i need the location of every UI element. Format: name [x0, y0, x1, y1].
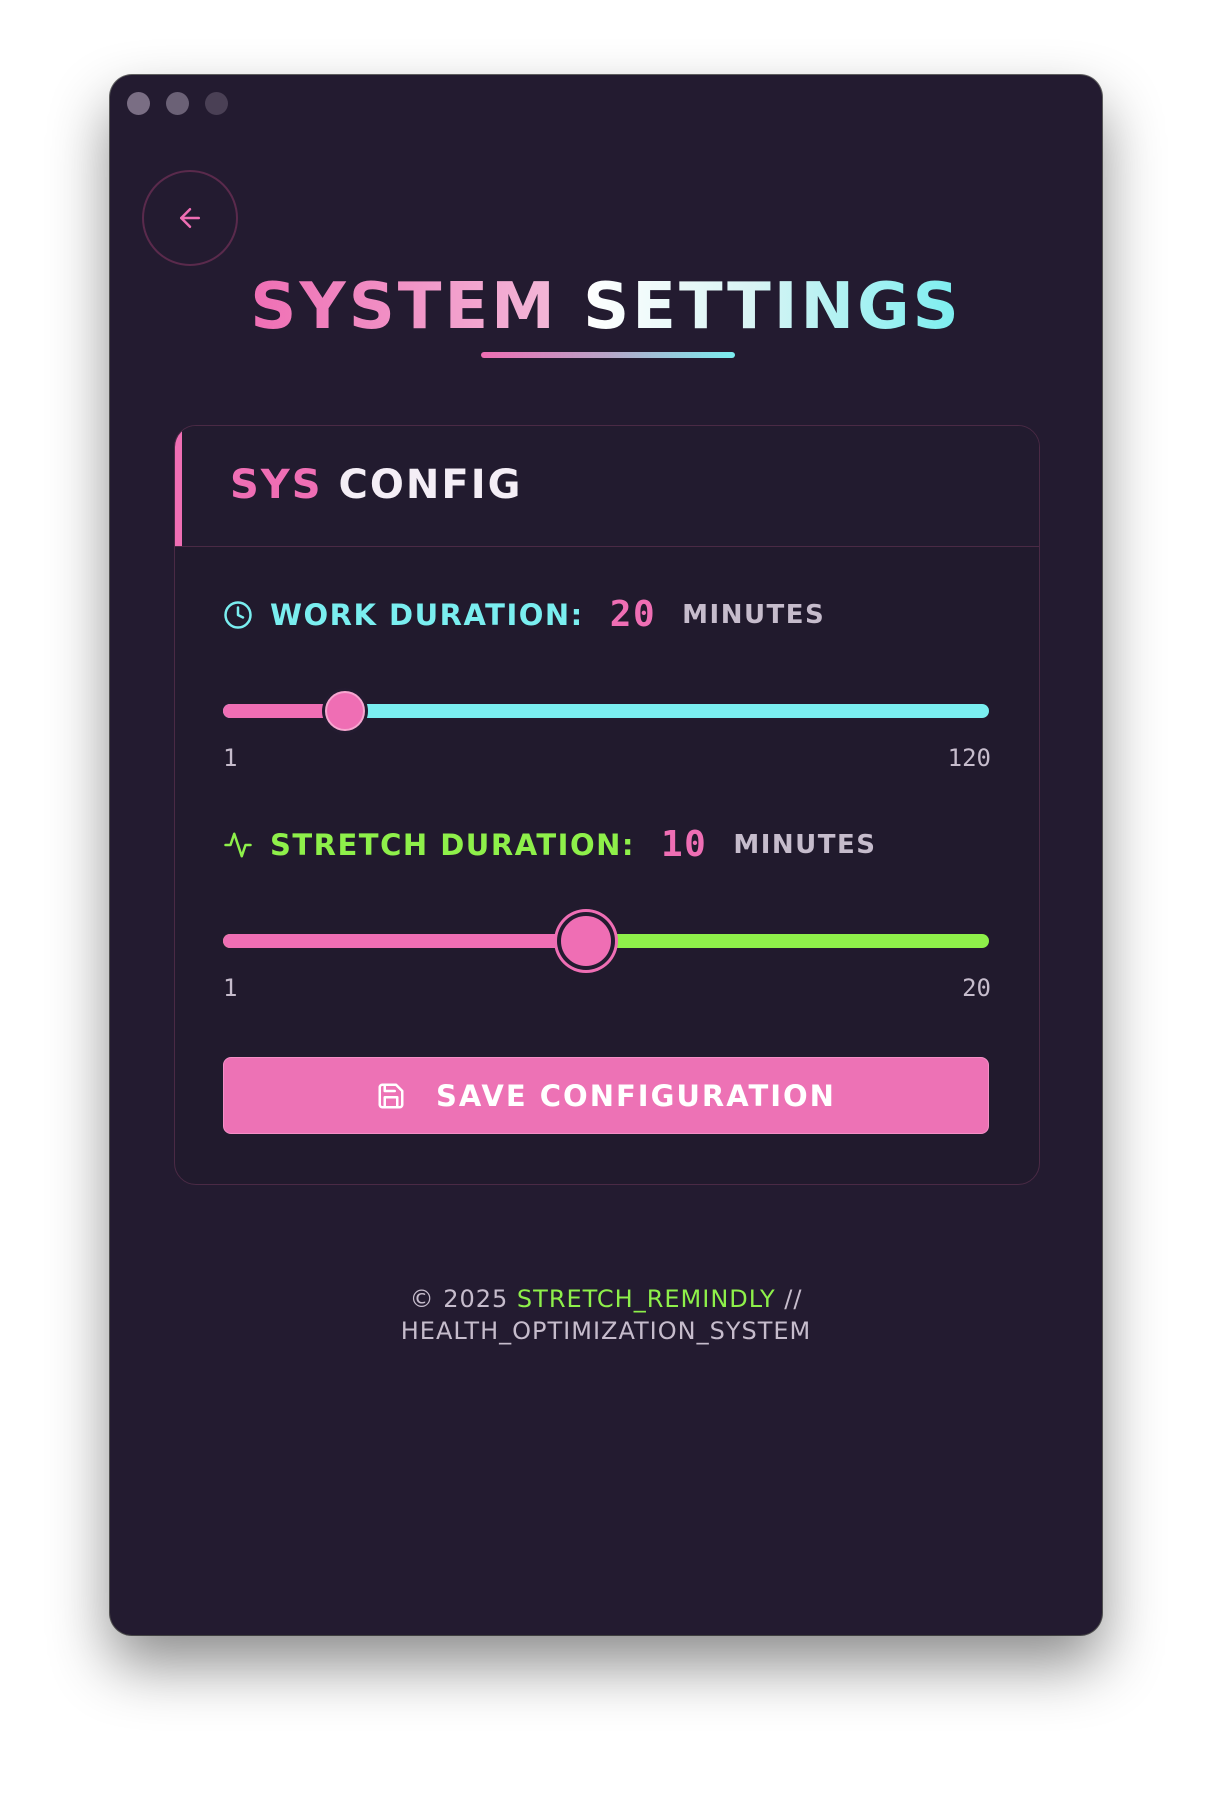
stretch-duration-value: 10 — [660, 824, 708, 865]
stretch-duration-slider[interactable] — [223, 916, 989, 966]
footer-copyright: © 2025 — [409, 1285, 509, 1313]
maximize-window-button[interactable] — [205, 92, 228, 115]
config-card: SYS CONFIG WORK DURATION: 20 MINUTES 1 1… — [174, 425, 1040, 1185]
card-title-part1: SYS — [230, 462, 323, 508]
config-card-header: SYS CONFIG — [175, 426, 1039, 547]
window-controls — [127, 92, 228, 115]
save-configuration-button[interactable]: SAVE CONFIGURATION — [223, 1057, 989, 1134]
card-title-part2: CONFIG — [338, 462, 523, 508]
header-accent-bar — [175, 426, 182, 546]
minimize-window-button[interactable] — [166, 92, 189, 115]
arrow-left-icon — [175, 203, 205, 233]
stretch-duration-slider-thumb[interactable] — [560, 916, 611, 966]
work-duration-value: 20 — [609, 594, 657, 635]
work-duration-max: 120 — [947, 744, 991, 772]
footer-tagline: HEALTH_OPTIMIZATION_SYSTEM — [400, 1317, 812, 1345]
footer-separator: // — [784, 1285, 803, 1313]
work-duration-label-row: WORK DURATION: 20 MINUTES — [223, 594, 825, 635]
title-underline — [481, 352, 735, 358]
stretch-duration-label-row: STRETCH DURATION: 10 MINUTES — [223, 824, 876, 865]
work-duration-slider[interactable] — [223, 691, 989, 731]
back-button[interactable] — [142, 170, 238, 266]
save-floppy-icon — [376, 1081, 406, 1111]
stretch-duration-label: STRETCH DURATION: — [270, 827, 635, 862]
stretch-duration-max: 20 — [962, 974, 991, 1002]
activity-pulse-icon — [223, 830, 253, 860]
settings-window: SYSTEM SETTINGS SYS CONFIG WORK DURATION… — [110, 75, 1102, 1635]
stretch-duration-min: 1 — [223, 974, 238, 1002]
clock-icon — [223, 600, 253, 630]
work-duration-unit: MINUTES — [682, 599, 826, 630]
page-title-part2: SETTINGS — [583, 270, 962, 344]
stretch-duration-slider-fill — [223, 934, 586, 948]
work-duration-min: 1 — [223, 744, 238, 772]
footer: © 2025 STRETCH_REMINDLY // HEALTH_OPTIMI… — [110, 1283, 1102, 1347]
work-duration-label: WORK DURATION: — [270, 597, 584, 632]
footer-brand: STRETCH_REMINDLY — [516, 1285, 776, 1313]
card-title: SYS CONFIG — [230, 462, 522, 508]
page-title-part1: SYSTEM — [250, 270, 558, 344]
page-title: SYSTEM SETTINGS — [110, 270, 1102, 344]
footer-line-1: © 2025 STRETCH_REMINDLY // — [110, 1283, 1102, 1315]
stretch-duration-unit: MINUTES — [733, 829, 877, 860]
work-duration-slider-thumb[interactable] — [325, 691, 366, 731]
save-configuration-label: SAVE CONFIGURATION — [436, 1078, 836, 1113]
close-window-button[interactable] — [127, 92, 150, 115]
